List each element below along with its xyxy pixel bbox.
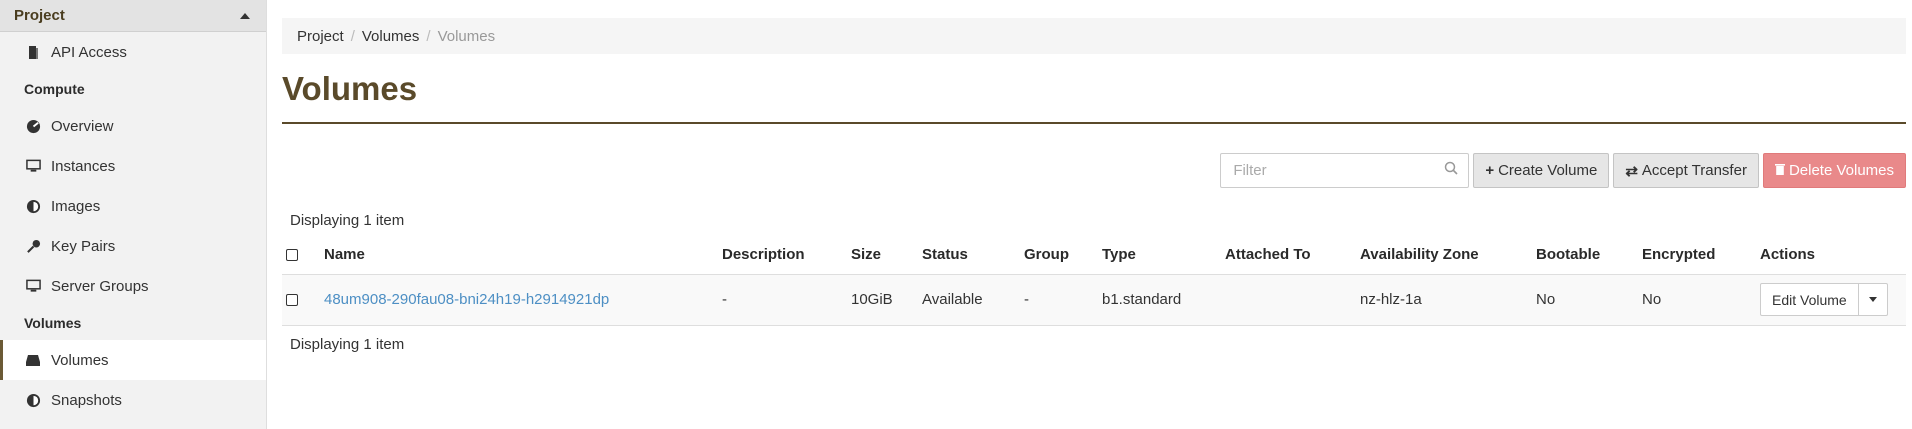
create-volume-label: Create Volume [1498, 162, 1598, 179]
row-select-cell [282, 273, 320, 326]
cell-bootable: No [1532, 273, 1638, 326]
accept-transfer-button[interactable]: ⇄ Accept Transfer [1613, 153, 1759, 188]
cell-description: - [718, 273, 847, 326]
sidebar-item-key-pairs[interactable]: Key Pairs [0, 226, 266, 266]
breadcrumb-volumes[interactable]: Volumes [362, 28, 420, 45]
row-actions-dropdown[interactable] [1859, 284, 1887, 315]
caret-up-icon [240, 12, 250, 19]
table-header-row: Name Description Size Status Group Type … [282, 236, 1906, 274]
sidebar-item-volumes[interactable]: Volumes [0, 340, 266, 380]
sidebar-item-label: Instances [51, 157, 116, 175]
cell-status: Available [918, 273, 1020, 326]
breadcrumb-project[interactable]: Project [297, 28, 344, 45]
sidebar-item-label: Server Groups [51, 277, 149, 295]
sidebar-item-label: Snapshots [51, 391, 122, 409]
table-row: 48um908-290fau08-bni24h19-h2914921dp - 1… [282, 273, 1906, 326]
monitor-icon [25, 278, 41, 294]
breadcrumb-current: Volumes [437, 27, 496, 45]
col-type[interactable]: Type [1098, 236, 1221, 274]
delete-volumes-label: Delete Volumes [1788, 162, 1894, 179]
display-count-bottom: Displaying 1 item [290, 335, 405, 353]
hdd-icon [25, 352, 41, 368]
edit-volume-button[interactable]: Edit Volume [1761, 284, 1859, 315]
delete-volumes-button[interactable]: Delete Volumes [1762, 153, 1906, 188]
sidebar-header-label: Project [14, 7, 65, 24]
sidebar-item-snapshots[interactable]: Snapshots [0, 380, 266, 420]
page-title: Volumes [282, 66, 1906, 124]
main-content: Project / Volumes / Volumes Volumes + Cr… [267, 0, 1912, 429]
filter-input[interactable] [1231, 161, 1445, 180]
plus-icon: + [1485, 162, 1495, 179]
select-all-cell [282, 236, 320, 274]
col-group[interactable]: Group [1020, 236, 1098, 274]
col-encrypted[interactable]: Encrypted [1638, 236, 1756, 274]
sidebar-item-server-groups[interactable]: Server Groups [0, 266, 266, 306]
sidebar-item-api-access[interactable]: API Access [0, 32, 266, 72]
disc-icon [25, 392, 41, 408]
sidebar-group-volumes: Volumes [24, 315, 82, 331]
dashboard-icon [25, 118, 41, 134]
key-icon [25, 238, 41, 254]
col-size[interactable]: Size [847, 236, 918, 274]
col-status[interactable]: Status [918, 236, 1020, 274]
sidebar-item-label: Volumes [51, 351, 109, 369]
trash-icon [1774, 162, 1785, 179]
sidebar-item-label: API Access [51, 43, 127, 61]
sidebar-item-label: Images [51, 197, 101, 215]
book-icon [25, 44, 41, 60]
cell-attached-to [1221, 273, 1356, 326]
sidebar-group-compute: Compute [24, 81, 85, 97]
display-count-top: Displaying 1 item [290, 212, 405, 229]
breadcrumb-separator: / [426, 27, 431, 45]
sidebar-header-project[interactable]: Project [0, 0, 266, 32]
row-actions-group: Edit Volume [1760, 283, 1888, 316]
col-attached-to[interactable]: Attached To [1221, 236, 1356, 274]
cell-name: 48um908-290fau08-bni24h19-h2914921dp [320, 273, 718, 326]
table-actions: + Create Volume ⇄ Accept Transfer Delete… [282, 153, 1906, 188]
caret-down-icon [1868, 297, 1877, 302]
breadcrumb: Project / Volumes / Volumes [282, 18, 1906, 54]
select-all-checkbox[interactable] [286, 249, 298, 262]
col-availability-zone[interactable]: Availability Zone [1356, 236, 1532, 274]
cell-actions: Edit Volume [1756, 273, 1906, 326]
col-name[interactable]: Name [320, 236, 718, 274]
disc-icon [25, 198, 41, 214]
volume-name-link[interactable]: 48um908-290fau08-bni24h19-h2914921dp [324, 291, 609, 308]
volumes-table: Name Description Size Status Group Type … [282, 236, 1906, 326]
sidebar-item-label: Key Pairs [51, 237, 116, 255]
sidebar-item-label: Overview [51, 117, 114, 135]
cell-encrypted: No [1638, 273, 1756, 326]
cell-group: - [1020, 273, 1098, 326]
col-actions: Actions [1760, 246, 1816, 264]
accept-transfer-label: Accept Transfer [1641, 162, 1747, 179]
sidebar: Project API Access Compute Overview Inst… [0, 0, 267, 429]
breadcrumb-separator: / [350, 27, 355, 45]
col-description[interactable]: Description [718, 236, 847, 274]
cell-availability-zone: nz-hlz-1a [1356, 273, 1532, 326]
sidebar-item-overview[interactable]: Overview [0, 106, 266, 146]
sidebar-item-images[interactable]: Images [0, 186, 266, 226]
create-volume-button[interactable]: + Create Volume [1473, 153, 1610, 188]
filter-field[interactable] [1220, 153, 1470, 188]
search-icon[interactable] [1444, 161, 1458, 180]
monitor-icon [25, 158, 41, 174]
cell-type: b1.standard [1098, 273, 1221, 326]
col-bootable[interactable]: Bootable [1532, 236, 1638, 274]
exchange-icon: ⇄ [1625, 162, 1638, 180]
row-checkbox[interactable] [286, 294, 298, 307]
cell-size: 10GiB [847, 273, 918, 326]
sidebar-item-instances[interactable]: Instances [0, 146, 266, 186]
